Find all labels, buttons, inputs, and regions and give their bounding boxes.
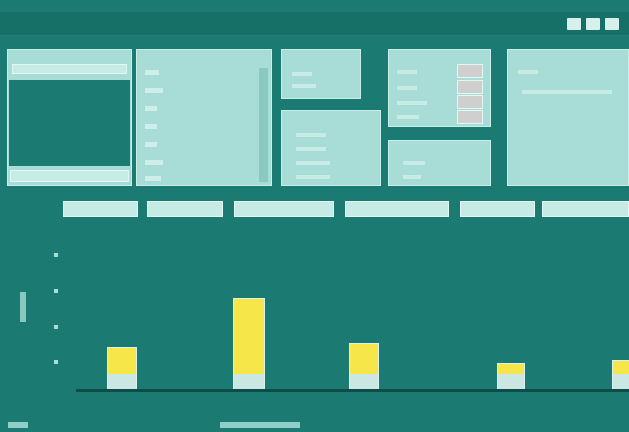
status-left [8, 422, 28, 428]
x-axis-line [76, 389, 629, 392]
y-tick [54, 325, 58, 329]
panel-fields [388, 49, 491, 127]
bar-chart [0, 225, 629, 432]
panel-options-b [281, 110, 381, 186]
title-bar [0, 12, 629, 36]
y-tick [54, 289, 58, 293]
panel-options-a [281, 49, 361, 99]
panel-right [507, 49, 629, 186]
panel-left [7, 49, 132, 186]
field-input[interactable] [457, 80, 483, 94]
bar-base [350, 374, 378, 389]
field-label [397, 115, 419, 119]
toolbar-button-5[interactable] [460, 201, 535, 217]
toolbar-button-2[interactable] [147, 201, 223, 217]
panel-left-footer-field[interactable] [10, 170, 129, 182]
app-window [0, 0, 629, 432]
maximize-icon[interactable] [586, 18, 600, 30]
minimize-icon[interactable] [567, 18, 581, 30]
radio-option[interactable] [292, 84, 316, 88]
bar-base [234, 374, 264, 389]
panel-right-line1 [518, 70, 538, 74]
y-axis-label [20, 292, 26, 322]
radio-option[interactable] [296, 147, 326, 151]
field-label [397, 70, 417, 74]
radio-option[interactable] [292, 72, 312, 76]
toolbar-button-3[interactable] [234, 201, 334, 217]
bar-base [498, 374, 524, 389]
panel-left-inset [9, 80, 130, 166]
panel-left-field[interactable] [12, 64, 127, 74]
list-scrollbar[interactable] [259, 68, 268, 182]
y-tick [54, 253, 58, 257]
list-item[interactable] [145, 88, 163, 93]
radio-option[interactable] [403, 161, 425, 165]
radio-option[interactable] [296, 161, 330, 165]
field-label [397, 86, 417, 90]
toolbar-button-4[interactable] [345, 201, 449, 217]
toolbar-button-6[interactable] [542, 201, 629, 217]
bar-base [613, 374, 629, 389]
radio-option[interactable] [296, 133, 326, 137]
bar-base [108, 374, 136, 389]
radio-option[interactable] [403, 175, 421, 179]
y-tick [54, 360, 58, 364]
field-label [397, 101, 427, 105]
list-item[interactable] [145, 124, 157, 129]
toolbar-button-1[interactable] [63, 201, 138, 217]
panel-small [388, 140, 491, 186]
list-item[interactable] [145, 106, 157, 111]
radio-option[interactable] [296, 175, 330, 179]
field-input[interactable] [457, 110, 483, 124]
list-item[interactable] [145, 176, 161, 181]
x-axis-label [220, 422, 300, 428]
field-input[interactable] [457, 64, 483, 78]
list-item[interactable] [145, 142, 157, 147]
list-item[interactable] [145, 70, 159, 75]
list-item[interactable] [145, 160, 163, 165]
field-input[interactable] [457, 95, 483, 109]
close-icon[interactable] [605, 18, 619, 30]
panel-list [136, 49, 272, 186]
panel-right-line2 [522, 90, 612, 94]
